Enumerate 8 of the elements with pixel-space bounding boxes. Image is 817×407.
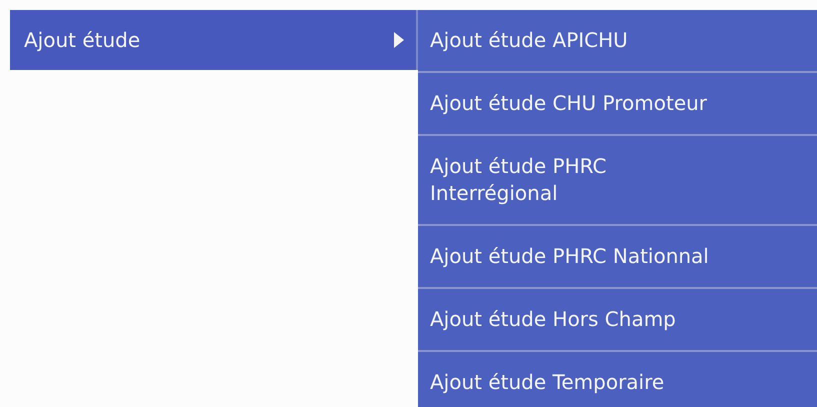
menu-item[interactable]: Ajout étude: [10, 10, 418, 70]
submenu-item[interactable]: Ajout étude Hors Champ: [418, 289, 817, 352]
submenu-item[interactable]: Ajout étude Temporaire: [418, 352, 817, 407]
submenu-arrow-icon: [394, 32, 404, 48]
submenu-item[interactable]: Ajout étude APICHU: [418, 10, 817, 73]
submenu-item[interactable]: Ajout étude PHRC Interrégional: [418, 136, 817, 226]
submenu-item[interactable]: Ajout étude CHU Promoteur: [418, 73, 817, 136]
submenu-item[interactable]: Ajout étude PHRC Nationnal: [418, 226, 817, 289]
